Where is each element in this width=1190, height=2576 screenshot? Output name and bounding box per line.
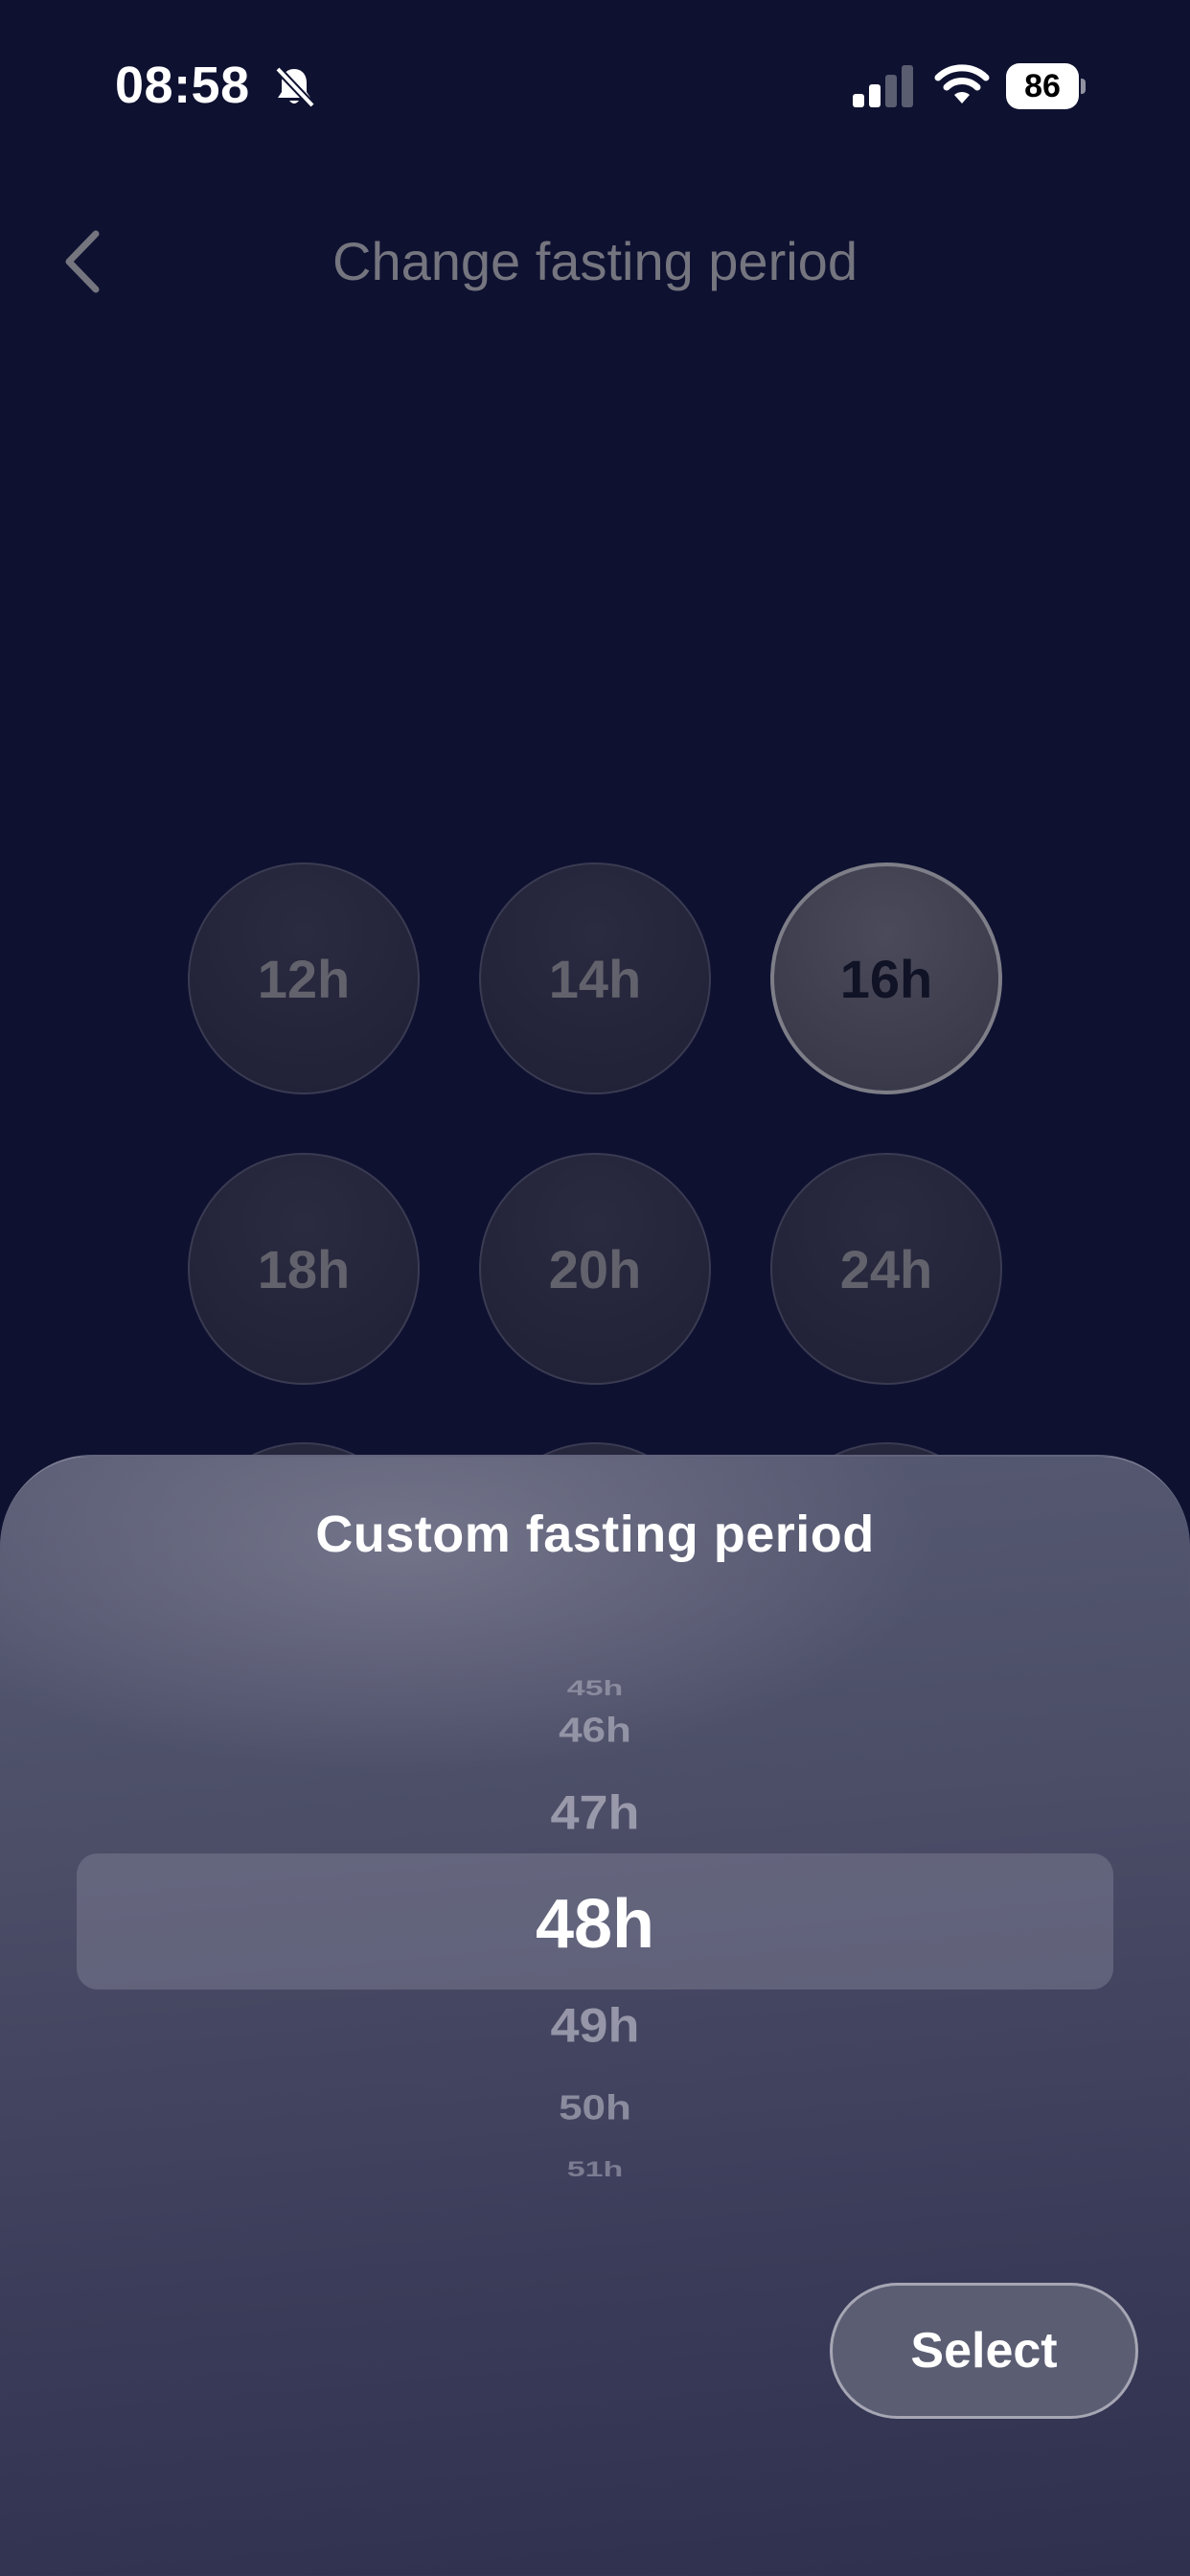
picker-item-47h[interactable]: 47h: [0, 1785, 1190, 1842]
screen: 08:58 86 Change fasting period 12h 14h 1…: [0, 0, 1190, 2576]
picker-item-45h[interactable]: 45h: [0, 1676, 1190, 1701]
signal-icon: [853, 65, 913, 107]
period-option-24h[interactable]: 24h: [770, 1153, 1002, 1385]
select-button[interactable]: Select: [830, 2283, 1138, 2419]
bell-slash-icon: [275, 66, 315, 108]
status-time: 08:58: [115, 57, 250, 114]
period-option-18h[interactable]: 18h: [188, 1153, 420, 1385]
status-bar: 08:58 86: [0, 0, 1190, 172]
battery-body: 86: [1006, 63, 1079, 109]
picker-item-50h[interactable]: 50h: [0, 2086, 1190, 2130]
picker-item-51h[interactable]: 51h: [0, 2157, 1190, 2182]
picker-item-48h[interactable]: 48h: [0, 1886, 1190, 1963]
period-option-16h[interactable]: 16h: [770, 862, 1002, 1094]
page-title: Change fasting period: [332, 231, 858, 291]
wifi-icon: [934, 64, 990, 104]
sheet-title: Custom fasting period: [315, 1506, 875, 1563]
battery-cap: [1081, 79, 1086, 94]
period-option-14h[interactable]: 14h: [479, 862, 711, 1094]
battery-icon: 86: [1006, 63, 1086, 109]
battery-level: 86: [1024, 67, 1061, 104]
picker-item-49h[interactable]: 49h: [0, 1998, 1190, 2055]
period-option-12h[interactable]: 12h: [188, 862, 420, 1094]
picker-item-46h[interactable]: 46h: [0, 1709, 1190, 1753]
period-option-20h[interactable]: 20h: [479, 1153, 711, 1385]
custom-period-sheet: Custom fasting period 45h 46h 47h 48h 49…: [0, 1455, 1190, 2576]
